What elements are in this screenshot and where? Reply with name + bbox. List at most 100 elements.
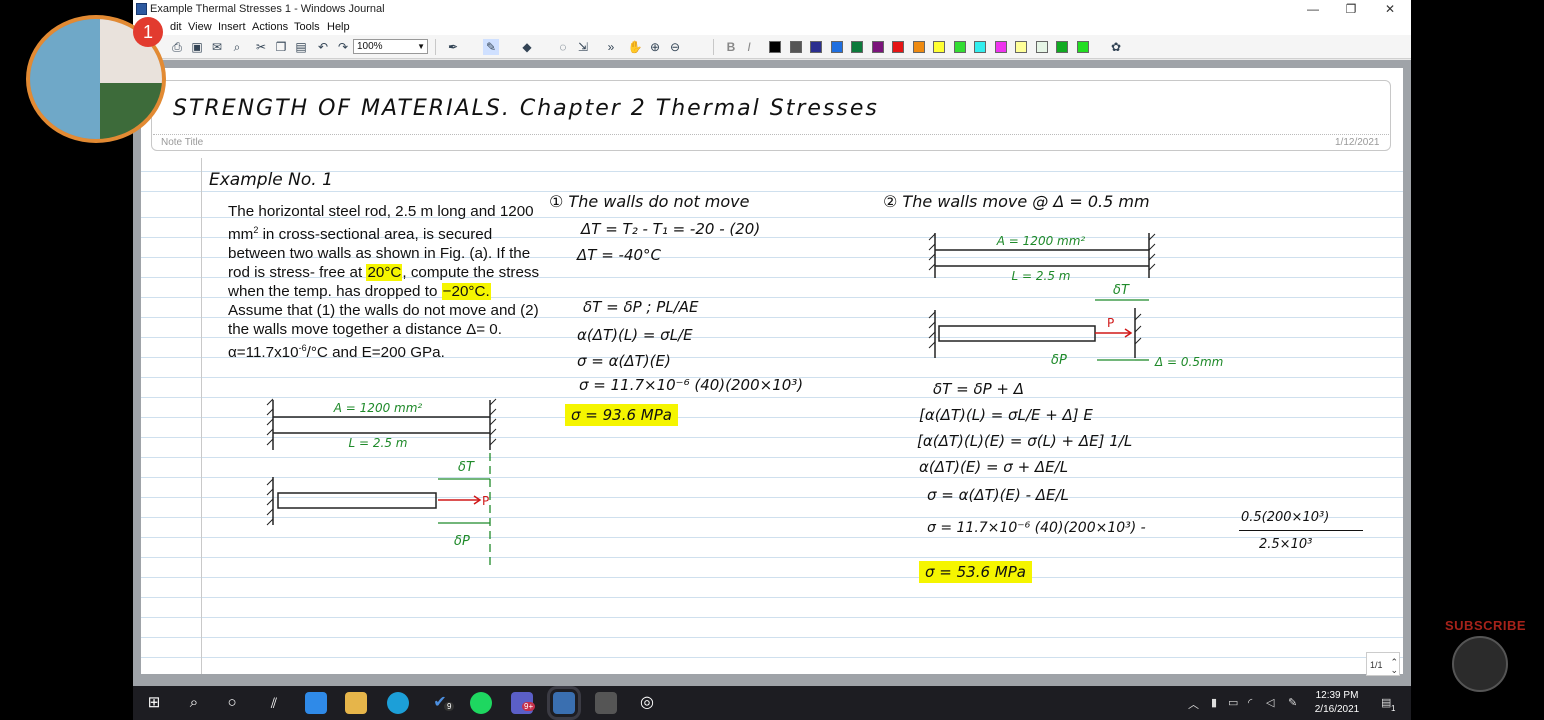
menu-tools[interactable]: Tools <box>294 21 320 33</box>
case2-heading: ② The walls move @ Δ = 0.5 mm <box>883 192 1150 211</box>
toolbar-separator <box>435 39 436 55</box>
temp-final: −20°C. <box>441 283 491 301</box>
case1-line4: α(ΔT)(L) = σL/E <box>577 326 693 344</box>
menu-insert[interactable]: Insert <box>218 21 246 33</box>
italic-icon[interactable]: I <box>741 39 757 55</box>
pen-icon[interactable]: ✒ <box>445 39 461 55</box>
color-swatch[interactable] <box>1015 41 1027 53</box>
case1-heading: ① The walls do not move <box>549 192 750 211</box>
teams-badge: 9+ <box>522 702 536 711</box>
fig2-force-label: P <box>1107 316 1114 330</box>
case2-line5: σ = α(ΔT)(E) - ΔE/L <box>927 486 1069 504</box>
cortana-icon[interactable]: ○ <box>221 692 243 714</box>
toolbar: ⎙ ▣ ✉ ⌕ ✂ ❐ ▤ ↶ ↷ 100% ▼ ✒ ✎ ◆ ◌ ⇲ » ✋ ⊕… <box>133 35 1411 59</box>
pen-settings-icon[interactable]: ✿ <box>1108 39 1124 55</box>
page-down-icon[interactable]: ⌄ <box>1390 658 1398 682</box>
color-swatch[interactable] <box>1056 41 1068 53</box>
microphone-icon[interactable]: ▮ <box>1211 696 1217 709</box>
color-swatch[interactable] <box>933 41 945 53</box>
menu-help[interactable]: Help <box>327 21 350 33</box>
chevron-up-icon[interactable]: ︿ <box>1188 696 1199 712</box>
eraser-icon[interactable]: ◆ <box>519 39 535 55</box>
fig1-thermal-deformation: δT <box>458 460 475 475</box>
fig2-area-label: A = 1200 mm² <box>996 234 1086 248</box>
edge-icon[interactable] <box>387 692 409 714</box>
case1-line6: σ = 11.7×10⁻⁶ (40)(200×10³) <box>579 376 804 394</box>
case2-line4: α(ΔT)(E) = σ + ΔE/L <box>919 458 1069 476</box>
taskbar: ⊞ ⌕ ○ ⫽ ✔ 9 9+ ◎ ︿ ▮ ▭ ◜ ◁ ✎ 12:39 PM 2/… <box>133 686 1411 720</box>
menu-actions[interactable]: Actions <box>252 21 288 33</box>
undo-icon[interactable]: ↶ <box>315 39 331 55</box>
battery-icon[interactable]: ▭ <box>1228 696 1238 709</box>
channel-logo-icon[interactable] <box>1452 636 1508 692</box>
menu-bar: dit View Insert Actions Tools Help <box>133 19 1411 35</box>
color-swatch[interactable] <box>974 41 986 53</box>
task-view-icon[interactable]: ⫽ <box>263 692 285 714</box>
color-swatch[interactable] <box>912 41 925 53</box>
wifi-icon[interactable]: ◜ <box>1248 696 1252 709</box>
color-swatch[interactable] <box>789 41 802 53</box>
color-swatch[interactable] <box>953 41 966 53</box>
color-swatch[interactable] <box>810 41 822 53</box>
spotify-icon[interactable] <box>470 692 492 714</box>
paste-icon[interactable]: ▤ <box>293 39 309 55</box>
taskbar-clock[interactable]: 12:39 PM 2/16/2021 <box>1308 689 1366 717</box>
fig1-load-deformation: δP <box>454 534 470 549</box>
problem-text-5: /°C and E=200 GPa. <box>306 344 445 362</box>
lasso-icon[interactable]: ◌ <box>555 39 571 55</box>
fig2-length-label: L = 2.5 m <box>1012 269 1071 283</box>
close-button[interactable]: ✕ <box>1370 0 1410 19</box>
color-swatch[interactable] <box>1076 41 1089 53</box>
page-indicator[interactable]: 1/1 ⌃ ⌄ <box>1366 652 1400 676</box>
note-title-label: Note Title <box>161 137 204 148</box>
search-icon[interactable]: ⌕ <box>183 692 205 714</box>
copy-icon[interactable]: ❐ <box>273 39 289 55</box>
save-icon[interactable]: ▣ <box>189 39 205 55</box>
volume-icon[interactable]: ◁ <box>1266 696 1274 709</box>
case2-answer: σ = 53.6 MPa <box>919 561 1032 583</box>
title-rule <box>153 134 1389 135</box>
print-icon[interactable]: ⎙ <box>169 39 185 55</box>
color-swatch[interactable] <box>769 41 781 53</box>
insert-space-icon[interactable]: ⇲ <box>575 39 591 55</box>
color-swatch[interactable] <box>851 41 863 53</box>
minimize-button[interactable]: — <box>1293 0 1333 19</box>
menu-view[interactable]: View <box>188 21 212 33</box>
email-icon[interactable]: ✉ <box>209 39 225 55</box>
restore-button[interactable]: ❐ <box>1331 0 1371 19</box>
subscribe-label[interactable]: SUBSCRIBE <box>1445 618 1526 633</box>
snip-tool-icon[interactable]: ◎ <box>636 692 658 714</box>
pen-workspace-icon[interactable]: ✎ <box>1288 696 1297 709</box>
case1-line1: ΔT = T₂ - T₁ = -20 - (20) <box>581 220 761 238</box>
windows-start-icon[interactable]: ⊞ <box>143 692 165 714</box>
file-explorer-icon[interactable] <box>345 692 367 714</box>
bold-icon[interactable]: B <box>723 39 739 55</box>
color-swatch[interactable] <box>892 41 904 53</box>
highlighter-icon[interactable]: ✎ <box>483 39 499 55</box>
pan-hand-icon[interactable]: ✋ <box>627 39 643 55</box>
color-swatch[interactable] <box>994 41 1007 53</box>
calculator-icon[interactable] <box>595 692 617 714</box>
note-date: 1/12/2021 <box>1335 137 1380 148</box>
menu-edit[interactable]: dit <box>170 21 182 33</box>
color-swatch[interactable] <box>871 41 884 53</box>
color-swatch[interactable] <box>830 41 843 53</box>
messenger-icon[interactable] <box>305 692 327 714</box>
figure-a: A = 1200 mm² L = 2.5 m δT P δP <box>266 398 497 567</box>
fig2-delta-label: Δ = 0.5mm <box>1154 355 1223 369</box>
cut-icon[interactable]: ✂ <box>253 39 269 55</box>
notification-icon[interactable]: ▤ <box>1381 696 1391 709</box>
redo-icon[interactable]: ↷ <box>335 39 351 55</box>
window-title: Example Thermal Stresses 1 - Windows Jou… <box>150 3 385 15</box>
case1-answer: σ = 93.6 MPa <box>565 404 678 426</box>
zoom-out-icon[interactable]: ⊖ <box>667 39 683 55</box>
color-swatch[interactable] <box>1035 41 1048 53</box>
clock-date: 2/16/2021 <box>1314 704 1360 715</box>
journal-taskbar-icon[interactable] <box>547 686 581 720</box>
more-tools-icon[interactable]: » <box>603 39 619 55</box>
search-icon[interactable]: ⌕ <box>229 39 245 55</box>
clock-time: 12:39 PM <box>1315 690 1359 701</box>
note-heading: STRENGTH OF MATERIALS. Chapter 2 Thermal… <box>173 96 879 121</box>
zoom-select[interactable]: 100% ▼ <box>353 39 428 54</box>
zoom-in-icon[interactable]: ⊕ <box>647 39 663 55</box>
